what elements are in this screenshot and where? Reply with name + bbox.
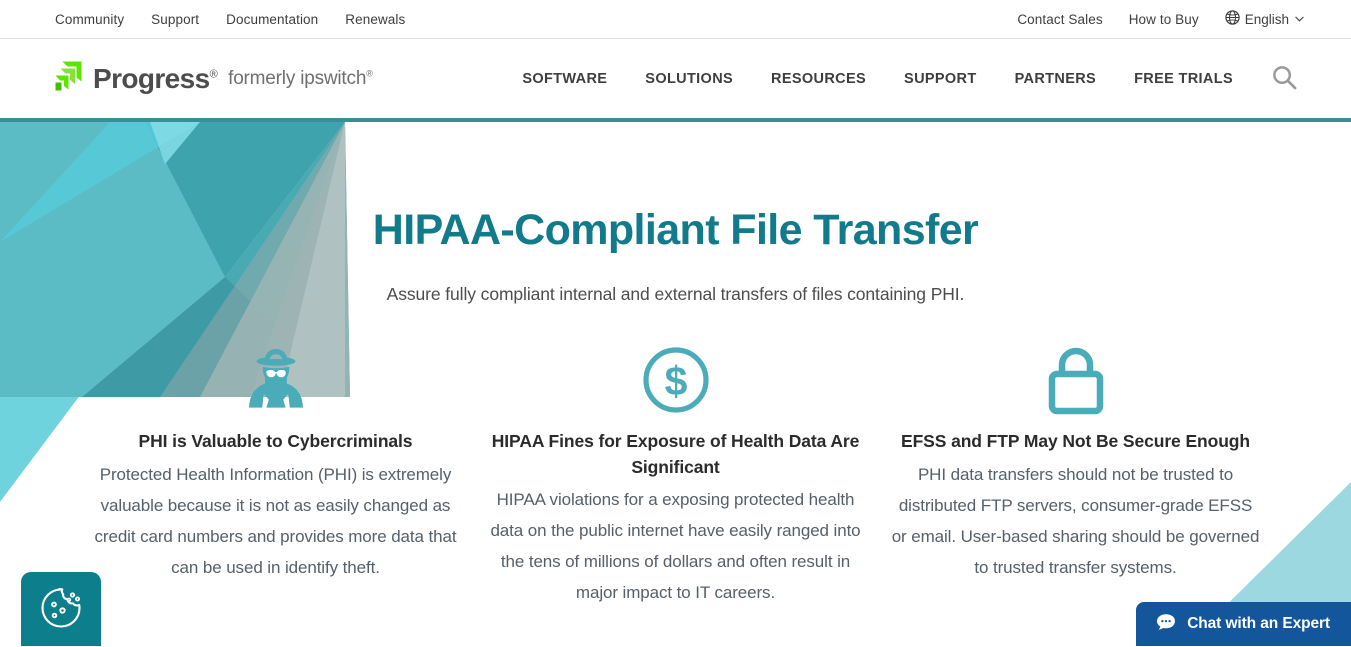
utility-bar-right-links: Contact Sales How to Buy English	[1017, 10, 1304, 28]
page-subtitle: Assure fully compliant internal and exte…	[386, 284, 965, 305]
utility-link-how-to-buy[interactable]: How to Buy	[1129, 12, 1199, 27]
cookie-icon	[38, 585, 84, 634]
chat-bubble-icon	[1156, 613, 1176, 636]
progress-logo-mark-icon	[53, 60, 84, 97]
search-button[interactable]	[1271, 64, 1298, 94]
feature-card-body: PHI data transfers should not be trusted…	[891, 464, 1260, 577]
utility-link-documentation[interactable]: Documentation	[226, 12, 318, 27]
cookie-consent-button[interactable]	[21, 572, 101, 646]
language-label: English	[1244, 11, 1289, 27]
nav-item-free-trials[interactable]: FREE TRIALS	[1134, 71, 1233, 87]
brand-registered-mark: ®	[209, 68, 218, 81]
main-navigation: SOFTWARE SOLUTIONS RESOURCES SUPPORT PAR…	[522, 71, 1233, 87]
feature-card-body: HIPAA violations for a exposing protecte…	[490, 489, 861, 603]
hero-content: HIPAA-Compliant File Transfer Assure ful…	[0, 122, 1351, 608]
feature-card-body: Protected Health Information (PHI) is ex…	[94, 464, 457, 577]
utility-link-support[interactable]: Support	[151, 12, 199, 27]
brand-tagline-registered-mark: ®	[366, 68, 373, 79]
svg-text:$: $	[664, 358, 687, 404]
brand-name: Progress®	[93, 62, 218, 94]
nav-item-support[interactable]: SUPPORT	[904, 71, 977, 87]
search-icon	[1271, 64, 1298, 94]
main-header: Progress® formerly ipswitch® SOFTWARE SO…	[0, 39, 1351, 122]
utility-link-community[interactable]: Community	[55, 12, 124, 27]
brand-tagline: formerly ipswitch®	[228, 68, 373, 89]
language-selector[interactable]: English	[1225, 10, 1304, 28]
chat-widget-label: Chat with an Expert	[1187, 615, 1330, 632]
nav-item-software[interactable]: SOFTWARE	[522, 71, 607, 87]
brand-logo[interactable]: Progress® formerly ipswitch®	[53, 60, 373, 97]
utility-bar-left-links: Community Support Documentation Renewals	[55, 12, 405, 27]
globe-icon	[1225, 10, 1240, 28]
feature-card: $ HIPAA Fines for Exposure of Health Dat…	[476, 344, 876, 608]
page-title: HIPAA-Compliant File Transfer	[372, 206, 979, 254]
utility-bar: Community Support Documentation Renewals…	[0, 0, 1351, 39]
feature-card-title: PHI is Valuable to Cybercriminals	[138, 431, 413, 452]
hero-section: HIPAA-Compliant File Transfer Assure ful…	[0, 122, 1351, 646]
utility-link-contact-sales[interactable]: Contact Sales	[1017, 12, 1102, 27]
chat-widget-button[interactable]: Chat with an Expert	[1136, 602, 1351, 646]
dollar-circle-icon: $	[490, 344, 862, 416]
nav-item-resources[interactable]: RESOURCES	[771, 71, 866, 87]
feature-card: EFSS and FTP May Not Be Secure Enough PH…	[876, 344, 1276, 608]
nav-item-partners[interactable]: PARTNERS	[1015, 71, 1096, 87]
utility-link-renewals[interactable]: Renewals	[345, 12, 405, 27]
feature-card-title: HIPAA Fines for Exposure of Health Data …	[491, 431, 860, 477]
spy-icon	[90, 344, 462, 416]
feature-card-title: EFSS and FTP May Not Be Secure Enough	[901, 431, 1250, 452]
feature-card: PHI is Valuable to Cybercriminals Protec…	[76, 344, 476, 608]
padlock-icon	[890, 344, 1262, 416]
feature-cards: PHI is Valuable to Cybercriminals Protec…	[0, 305, 1351, 608]
chevron-down-icon	[1295, 14, 1304, 25]
nav-item-solutions[interactable]: SOLUTIONS	[645, 71, 733, 87]
